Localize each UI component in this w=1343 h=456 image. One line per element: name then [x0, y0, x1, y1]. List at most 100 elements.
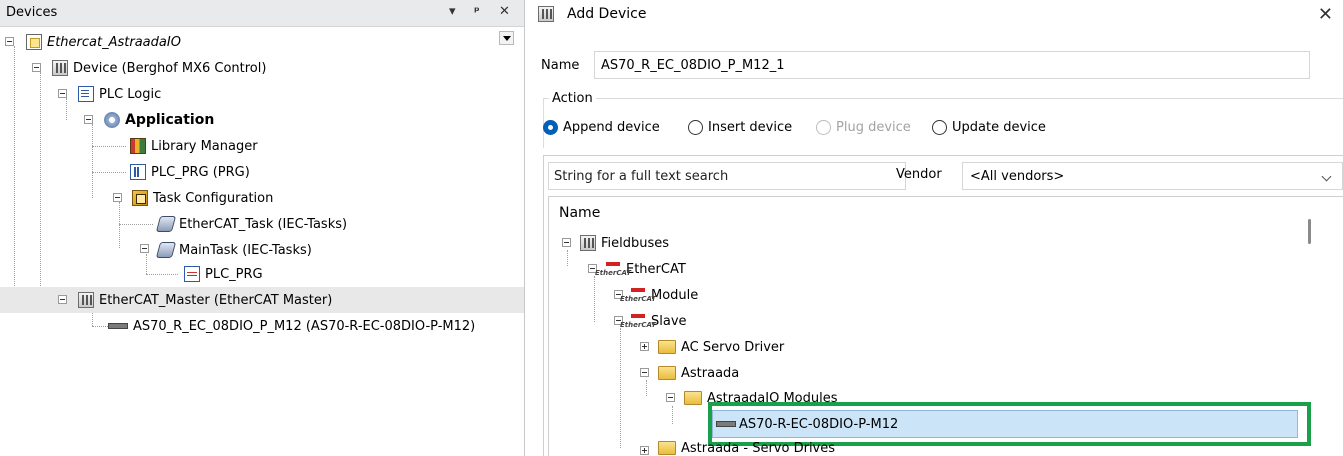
catalog-item-label: Astraada	[681, 365, 740, 381]
collapse-toggle-icon[interactable]	[666, 393, 675, 402]
collapse-toggle-icon[interactable]	[58, 89, 67, 98]
slave-module-icon	[108, 323, 128, 329]
tree-item-device[interactable]: Device (Berghof MX6 Control)	[52, 55, 266, 81]
tree-item-task-configuration[interactable]: Task Configuration	[132, 185, 273, 211]
catalog-item-fieldbuses[interactable]: Fieldbuses	[580, 230, 669, 256]
ethercat-icon: EtherCAT	[620, 313, 656, 329]
scrollbar-thumb[interactable]	[1308, 219, 1311, 244]
collapse-toggle-icon[interactable]	[640, 368, 649, 377]
folder-icon	[684, 391, 702, 405]
devices-pane-header: Devices ▾ ᵖ ✕	[0, 0, 524, 27]
devices-pane-title: Devices	[6, 5, 58, 20]
ethercat-icon: EtherCAT	[595, 261, 631, 277]
program-icon	[130, 164, 146, 180]
radio-dot	[816, 120, 831, 135]
collapse-toggle-icon[interactable]	[32, 63, 41, 72]
catalog-item-astraada[interactable]: Astraada	[658, 360, 739, 386]
folder-icon	[658, 441, 676, 455]
device-icon	[538, 6, 554, 22]
tree-item-ethercat-master[interactable]: EtherCAT_Master (EtherCAT Master)	[78, 287, 332, 313]
radio-label: Update device	[952, 120, 1046, 135]
tree-item-label: Task Configuration	[153, 190, 274, 206]
radio-dot	[688, 120, 703, 135]
radio-label: Append device	[563, 120, 660, 135]
plug-device-radio: Plug device	[816, 120, 911, 135]
catalog-item-slave[interactable]: EtherCAT Slave	[620, 308, 687, 334]
radio-dot	[543, 120, 558, 135]
devices-dropdown-button[interactable]	[499, 31, 514, 45]
expand-toggle-icon[interactable]	[640, 446, 649, 455]
project-icon	[26, 34, 42, 50]
search-input[interactable]	[548, 162, 906, 190]
plc-logic-icon	[78, 86, 94, 102]
tree-column-header: Name	[559, 205, 601, 221]
close-icon[interactable]: ✕	[1318, 4, 1333, 25]
application-icon	[104, 112, 120, 128]
collapse-toggle-icon[interactable]	[562, 238, 571, 247]
collapse-toggle-icon[interactable]	[58, 295, 67, 304]
tree-item-as70-slave[interactable]: AS70_R_EC_08DIO_P_M12 (AS70-R-EC-08DIO-P…	[108, 313, 475, 339]
catalog-item-label: Module	[651, 287, 699, 303]
action-label: Action	[549, 91, 596, 106]
catalog-item-astraada-servo-drives[interactable]: Astraada - Servo Drives	[658, 438, 835, 456]
tree-item-project[interactable]: Ethercat_AstraadaIO	[26, 29, 181, 55]
catalog-item-ac-servo-driver[interactable]: AC Servo Driver	[658, 334, 784, 360]
catalog-item-label: AC Servo Driver	[681, 339, 785, 355]
expand-toggle-icon[interactable]	[640, 342, 649, 351]
tree-item-label: EtherCAT_Master (EtherCAT Master)	[99, 292, 333, 308]
tree-item-plc-prg[interactable]: PLC_PRG (PRG)	[130, 159, 250, 185]
collapse-toggle-icon[interactable]	[5, 37, 14, 46]
tree-item-plc-logic[interactable]: PLC Logic	[78, 81, 161, 107]
vendor-label: Vendor	[896, 167, 942, 182]
tree-item-label: PLC_PRG (PRG)	[151, 164, 250, 180]
folder-icon	[658, 340, 676, 354]
tree-item-label: AS70_R_EC_08DIO_P_M12 (AS70-R-EC-08DIO-P…	[133, 318, 476, 334]
library-manager-icon	[130, 138, 146, 154]
update-device-radio[interactable]: Update device	[932, 120, 1046, 135]
vendor-select-value: <All vendors>	[970, 169, 1065, 184]
tree-item-application[interactable]: Application	[104, 107, 214, 133]
ethercat-icon: EtherCAT	[620, 287, 656, 303]
tree-item-label: PLC Logic	[99, 86, 162, 102]
radio-label: Plug device	[836, 120, 911, 135]
vendor-select[interactable]: <All vendors>	[962, 162, 1343, 190]
tree-item-label: Library Manager	[151, 138, 258, 154]
catalog-item-label: Fieldbuses	[601, 235, 670, 251]
pane-menu-dropdown-icon[interactable]: ▾	[449, 4, 456, 19]
catalog-item-label: Slave	[651, 313, 687, 329]
append-device-radio[interactable]: Append device	[543, 120, 660, 135]
name-input[interactable]	[594, 51, 1310, 79]
folder-icon	[658, 366, 676, 380]
collapse-toggle-icon[interactable]	[84, 115, 93, 124]
tree-item-label: EtherCAT_Task (IEC-Tasks)	[179, 216, 348, 232]
tree-item-label: Ethercat_AstraadaIO	[47, 34, 181, 50]
collapse-toggle-icon[interactable]	[140, 244, 149, 253]
name-label: Name	[541, 58, 580, 73]
tree-item-label: Device (Berghof MX6 Control)	[73, 60, 267, 76]
device-icon	[78, 292, 94, 308]
tree-item-label: Application	[125, 112, 215, 128]
tree-item-label: MainTask (IEC-Tasks)	[179, 242, 312, 258]
catalog-item-module[interactable]: EtherCAT Module	[620, 282, 699, 308]
dialog-titlebar: Add Device ✕	[526, 0, 1343, 32]
collapse-toggle-icon[interactable]	[113, 193, 122, 202]
tree-item-label: PLC_PRG	[205, 266, 263, 282]
device-icon	[52, 60, 68, 76]
close-pane-icon[interactable]: ✕	[499, 4, 510, 19]
tree-item-plc-prg-call[interactable]: PLC_PRG	[184, 261, 263, 287]
add-device-dialog: Add Device ✕ Name Action Append device I…	[526, 0, 1343, 456]
catalog-item-ethercat[interactable]: EtherCAT EtherCAT	[595, 256, 686, 282]
dialog-title: Add Device	[567, 6, 647, 22]
task-icon	[155, 242, 177, 258]
task-configuration-icon	[132, 190, 148, 206]
tree-item-maintask[interactable]: MainTask (IEC-Tasks)	[155, 237, 312, 263]
radio-label: Insert device	[708, 120, 793, 135]
program-call-icon	[184, 266, 200, 282]
chevron-down-icon	[1321, 171, 1332, 182]
insert-device-radio[interactable]: Insert device	[688, 120, 792, 135]
pin-icon[interactable]: ᵖ	[474, 4, 480, 18]
tree-item-library-manager[interactable]: Library Manager	[130, 133, 258, 159]
tree-item-ethercat-task[interactable]: EtherCAT_Task (IEC-Tasks)	[155, 211, 348, 237]
catalog-item-label: Astraada - Servo Drives	[681, 441, 836, 456]
device-icon	[580, 235, 596, 251]
